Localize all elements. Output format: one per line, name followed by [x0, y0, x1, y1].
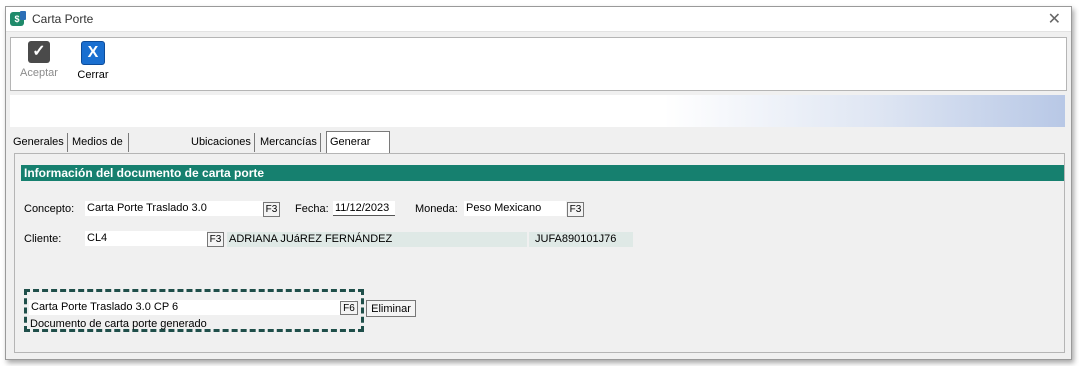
eliminar-button[interactable]: Eliminar [366, 300, 416, 317]
moneda-label: Moneda: [415, 203, 458, 215]
concepto-label: Concepto: [24, 203, 75, 215]
header-banner [10, 95, 1065, 127]
cerrar-button[interactable]: X Cerrar [71, 41, 115, 87]
title-bar: $ Carta Porte ✕ [6, 7, 1071, 32]
fecha-label: Fecha: [295, 203, 329, 215]
concepto-field[interactable]: Carta Porte Traslado 3.0 [85, 201, 263, 216]
tab-ubicaciones[interactable]: Ubicaciones [188, 133, 255, 152]
section-header: Información del documento de carta porte [21, 165, 1064, 181]
toolbar: ✓ Aceptar X Cerrar [10, 37, 1067, 91]
documento-status: Documento de carta porte generado [30, 318, 207, 330]
close-icon[interactable]: ✕ [1048, 9, 1061, 29]
cliente-label: Cliente: [24, 233, 62, 245]
tab-mercancias[interactable]: Mercancías [257, 133, 321, 152]
aceptar-label: Aceptar [20, 67, 58, 79]
moneda-f3-button[interactable]: F3 [567, 202, 584, 217]
documento-field[interactable]: Carta Porte Traslado 3.0 CP 6 [29, 300, 355, 315]
aceptar-button[interactable]: ✓ Aceptar [17, 41, 61, 87]
window-title: Carta Porte [32, 12, 94, 26]
cerrar-label: Cerrar [77, 69, 109, 81]
cliente-f3-button[interactable]: F3 [207, 232, 224, 247]
tab-generales[interactable]: Generales [10, 133, 68, 152]
cliente-field[interactable]: CL4 [85, 231, 207, 246]
cliente-rfc: JUFA890101J76 [529, 232, 633, 247]
cliente-name: ADRIANA JUáREZ FERNÁNDEZ [227, 232, 527, 247]
carta-porte-window: $ Carta Porte ✕ ✓ Aceptar X Cerrar Gener… [5, 6, 1072, 360]
checkmark-icon: ✓ [28, 41, 50, 63]
concepto-f3-button[interactable]: F3 [263, 202, 280, 217]
close-x-icon: X [81, 41, 105, 65]
moneda-field[interactable]: Peso Mexicano [464, 201, 566, 216]
tab-medios-de-transporte[interactable]: Medios de Transporte [69, 133, 129, 167]
fecha-field[interactable]: 11/12/2023 [333, 201, 395, 216]
app-icon: $ [10, 11, 26, 26]
tab-generar-documento[interactable]: Generar Documento [326, 131, 391, 169]
documento-f6-button[interactable]: F6 [340, 301, 358, 315]
generar-documento-panel: Información del documento de carta porte… [14, 153, 1065, 353]
